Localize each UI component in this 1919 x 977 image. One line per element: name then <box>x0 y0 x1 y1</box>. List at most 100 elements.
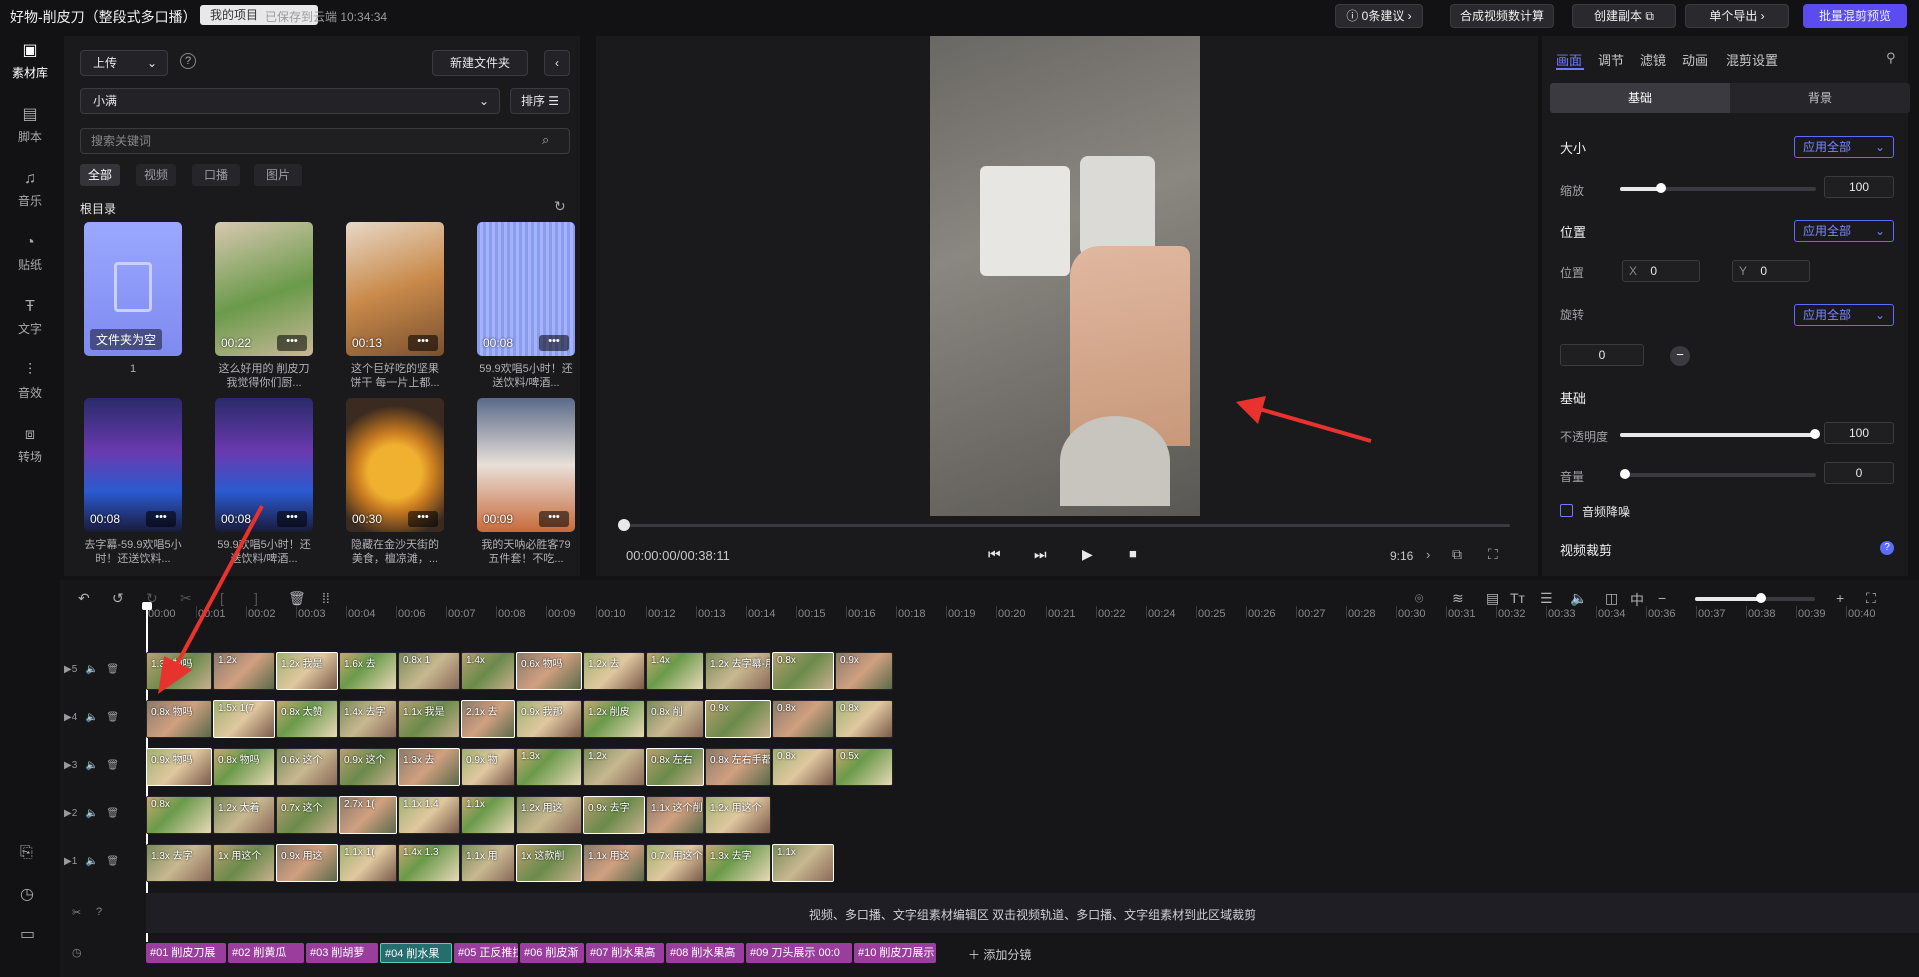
trash-icon[interactable]: 🗑 <box>106 760 119 771</box>
chip-all[interactable]: 全部 <box>80 164 120 186</box>
timeline-clip[interactable]: 0.8x 物吗 <box>146 700 212 738</box>
timeline-clip[interactable]: 1.6x 去 <box>339 652 397 690</box>
search-input[interactable]: 搜索关键词 <box>80 128 570 154</box>
timeline-clip[interactable]: 1.1x <box>772 844 834 882</box>
timeline-clip[interactable]: 0.6x 这个 <box>276 748 338 786</box>
trash-icon[interactable]: 🗑 <box>106 856 119 867</box>
folder-select[interactable]: 小满 ⌄ <box>80 88 500 114</box>
trash-icon[interactable]: 🗑 <box>106 664 119 675</box>
volume-slider[interactable] <box>1620 469 1816 479</box>
volume-input[interactable]: 0 <box>1824 462 1894 484</box>
layers-icon[interactable]: ≋ <box>1452 590 1464 607</box>
chip-video[interactable]: 视频 <box>136 164 176 186</box>
safe-area-icon[interactable]: ⧉ <box>1452 546 1462 563</box>
timeline-clip[interactable]: 0.7x 用这个削 <box>646 844 704 882</box>
timeline-clip[interactable]: 0.9x 物吗 <box>146 748 212 786</box>
media-item[interactable]: 00:09 ••• <box>477 398 575 532</box>
timeline-clip[interactable]: 1.4x <box>646 652 704 690</box>
collapse-icon[interactable]: ‹ <box>544 50 570 76</box>
timeline-clip[interactable]: 0.8x <box>772 700 834 738</box>
media-item-folder[interactable]: 文件夹为空 <box>84 222 182 356</box>
scale-slider[interactable] <box>1620 183 1816 193</box>
segment-chip[interactable]: #10 削皮刀展示 <box>854 943 936 963</box>
tab-filter[interactable]: 滤镜 <box>1640 50 1666 69</box>
timeline-clip[interactable]: 0.8x <box>772 748 834 786</box>
media-item[interactable]: 00:30 ••• <box>346 398 444 532</box>
trash-icon[interactable]: 🗑 <box>106 808 119 819</box>
timeline-clip[interactable]: 0.8x <box>772 652 834 690</box>
align-icon[interactable]: ☰ <box>1540 590 1553 607</box>
undo-alt-icon[interactable]: ↺ <box>112 590 124 607</box>
timeline-clip[interactable]: 0.8x 削 <box>646 700 704 738</box>
compute-count-button[interactable]: 合成视频数计算 <box>1450 4 1554 28</box>
segment-chip[interactable]: #05 正反推拉 <box>454 943 518 963</box>
timeline-clip[interactable]: 1.2x 我是 <box>276 652 338 690</box>
help-circle-icon[interactable]: ◷ <box>20 884 34 904</box>
nav-library[interactable]: ▣ 素材库 <box>0 32 60 92</box>
timeline-clip[interactable]: 0.8x 太赞 <box>276 700 338 738</box>
timeline-clip[interactable]: 1.2x 削皮 <box>583 700 645 738</box>
chevron-right-icon[interactable]: › <box>1426 547 1430 562</box>
timeline-clip[interactable]: 1.1x 1( <box>339 844 397 882</box>
new-folder-button[interactable]: 新建文件夹 <box>432 50 528 76</box>
apply-all-button[interactable]: 应用全部 ⌄ <box>1794 304 1894 326</box>
volume-icon[interactable]: 🔈 <box>86 760 98 771</box>
more-icon[interactable]: ••• <box>408 335 438 351</box>
timeline-clip[interactable]: 1x 这款削 <box>516 844 582 882</box>
single-export-button[interactable]: 单个导出 › <box>1685 4 1789 28</box>
apply-all-button[interactable]: 应用全部 ⌄ <box>1794 220 1894 242</box>
rotate-input[interactable]: 0 <box>1560 344 1644 366</box>
timeline-clip[interactable]: 0.7x 这个 <box>276 796 338 834</box>
tab-adjust[interactable]: 调节 <box>1598 50 1624 69</box>
audio-icon[interactable]: 🔈 <box>1570 590 1587 607</box>
timeline-clip[interactable]: 1.2x 用这 <box>516 796 582 834</box>
volume-icon[interactable]: 🔈 <box>86 856 98 867</box>
tab-animation[interactable]: 动画 <box>1682 50 1708 69</box>
create-copy-button[interactable]: 创建副本 ⧉ <box>1572 4 1676 28</box>
search-icon[interactable]: ⌕ <box>542 132 549 148</box>
opacity-input[interactable]: 100 <box>1824 422 1894 444</box>
nav-script[interactable]: ▤ 脚本 <box>0 96 60 156</box>
message-icon[interactable]: ▭ <box>20 924 35 944</box>
nav-text[interactable]: Ŧ 文字 <box>0 288 60 348</box>
segment-chip[interactable]: #04 削水果 <box>380 943 452 963</box>
timeline-clip[interactable]: 0.9x <box>835 652 893 690</box>
timeline-clip[interactable]: 1.2x 去字幕-用 <box>705 652 771 690</box>
timeline-clip[interactable]: 0.6x 物吗 <box>516 652 582 690</box>
add-segment-button[interactable]: ＋ 添加分镜 <box>968 946 1031 963</box>
slider-knob[interactable] <box>1756 593 1766 603</box>
volume-icon[interactable]: 🔈 <box>86 712 98 723</box>
timeline-clip[interactable]: 1.2x <box>583 748 645 786</box>
opacity-slider[interactable] <box>1620 429 1820 439</box>
timeline-clip[interactable]: 1.1x <box>461 796 515 834</box>
suggestions-button[interactable]: ⓘ 0条建议 › <box>1335 4 1423 28</box>
volume-icon[interactable]: 🔈 <box>86 808 98 819</box>
scrubber-knob[interactable] <box>618 519 630 531</box>
scale-input[interactable]: 100 <box>1824 176 1894 198</box>
text-style-icon[interactable]: Tт <box>1510 590 1525 606</box>
delete-icon[interactable]: 🗑 <box>288 590 306 607</box>
sort-button[interactable]: 排序 ☰ <box>510 88 570 114</box>
trash-icon[interactable]: 🗑 <box>106 712 119 723</box>
timeline-clip[interactable]: 1.2x 太着 <box>213 796 275 834</box>
media-item[interactable]: 00:13 ••• <box>346 222 444 356</box>
timeline-clip[interactable]: 0.9x 用这 <box>276 844 338 882</box>
subtab-basic[interactable]: 基础 <box>1550 83 1730 113</box>
clock-icon[interactable]: ◷ <box>72 946 82 959</box>
scrubber[interactable] <box>618 519 1510 531</box>
slider-knob[interactable] <box>1656 183 1666 193</box>
marker-icon[interactable]: ⁞⁞ <box>322 590 330 606</box>
volume-icon[interactable]: 🔈 <box>86 664 98 675</box>
more-icon[interactable]: ••• <box>277 335 307 351</box>
segment-chip[interactable]: #07 削水果高 <box>586 943 664 963</box>
segment-chip[interactable]: #06 削皮渐 <box>520 943 584 963</box>
x-input[interactable]: X 0 <box>1622 260 1700 282</box>
apply-all-button[interactable]: 应用全部 ⌄ <box>1794 136 1894 158</box>
timeline-clip[interactable]: 0.9x <box>705 700 771 738</box>
timeline-clip[interactable]: 0.5x <box>835 748 893 786</box>
nav-sticker[interactable]: ◔ 贴纸 <box>0 224 60 284</box>
timeline-clip[interactable]: 1.3x 去 <box>398 748 460 786</box>
subtitle-icon[interactable]: ▤ <box>1486 590 1499 607</box>
pin-icon[interactable]: ⚲ <box>1886 50 1896 66</box>
more-icon[interactable]: ••• <box>277 511 307 527</box>
